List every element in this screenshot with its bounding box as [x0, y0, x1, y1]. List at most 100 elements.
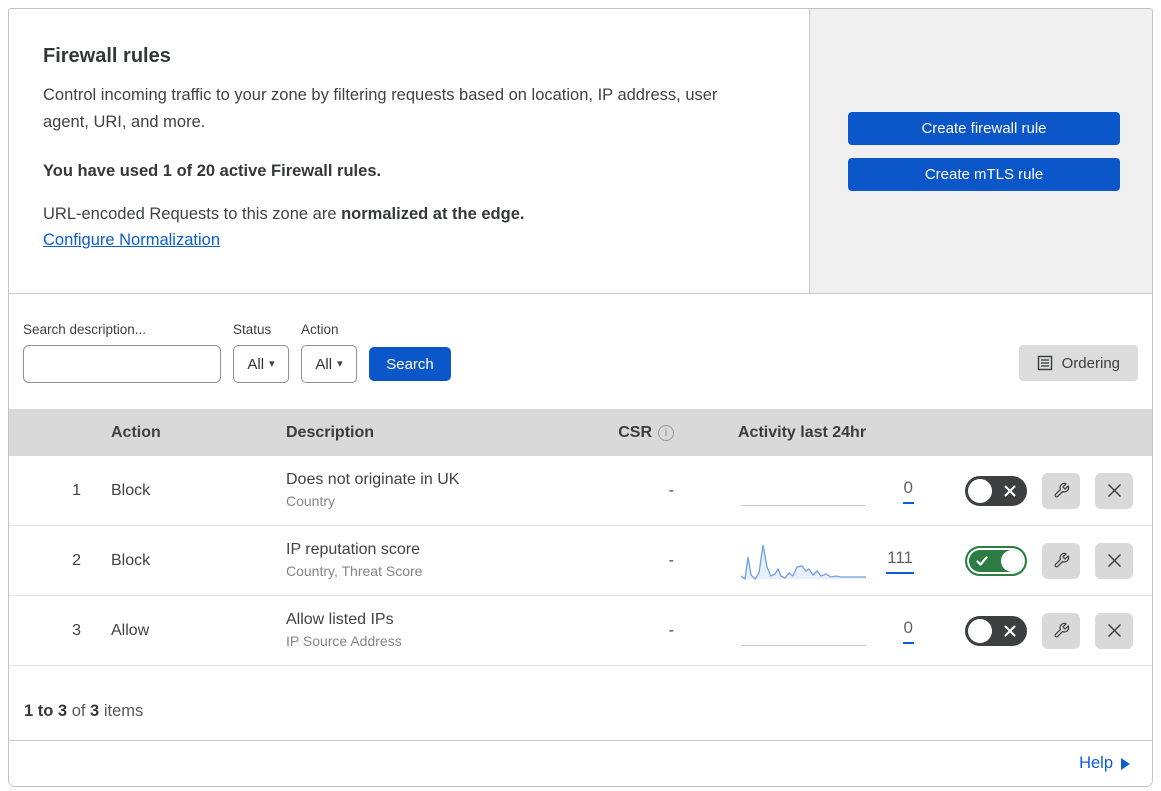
rule-description-cell: Allow listed IPs IP Source Address	[286, 609, 539, 652]
status-dropdown[interactable]: All ▾	[233, 345, 289, 383]
rule-action: Allow	[111, 621, 150, 639]
rule-fields: IP Source Address	[286, 633, 402, 649]
rule-csr-value: -	[668, 621, 674, 639]
ordering-list-icon	[1037, 355, 1052, 371]
arrow-right-icon	[1121, 757, 1130, 770]
rule-priority: 3	[72, 621, 81, 639]
help-bar: Help	[9, 741, 1152, 786]
edit-rule-button[interactable]	[1042, 542, 1080, 579]
items-text: items	[99, 702, 144, 720]
rule-description: Does not originate in UK	[286, 471, 460, 488]
column-csr: CSR i	[539, 424, 674, 442]
toggle-knob	[968, 618, 992, 643]
configure-normalization-link[interactable]: Configure Normalization	[43, 231, 220, 250]
rule-priority: 1	[72, 481, 81, 499]
activity-cell: 0	[706, 609, 931, 653]
rule-fields: Country, Threat Score	[286, 563, 423, 579]
rule-enabled-toggle[interactable]	[965, 475, 1027, 506]
page-title: Firewall rules	[43, 45, 171, 67]
create-firewall-rule-button[interactable]: Create firewall rule	[848, 111, 1120, 145]
rule-action: Block	[111, 551, 151, 569]
toggle-on-check-icon	[976, 555, 988, 566]
activity-cell: 111	[706, 539, 931, 583]
rule-description-cell: IP reputation score Country, Threat Scor…	[286, 539, 539, 582]
rule-fields: Country	[286, 493, 336, 509]
table-header: Action Description CSR i Activity last 24…	[9, 409, 1152, 456]
create-mtls-rule-button[interactable]: Create mTLS rule	[848, 157, 1120, 191]
items-range: 1 to 3	[24, 702, 68, 720]
table-row: 1 Block Does not originate in UK Country…	[9, 456, 1152, 526]
close-icon	[1107, 554, 1121, 567]
toggle-off-x-icon	[1004, 485, 1016, 496]
column-description: Description	[286, 423, 375, 441]
edit-rule-button[interactable]	[1042, 612, 1080, 649]
normalization-note: URL-encoded Requests to this zone are no…	[43, 205, 765, 224]
rule-description: Allow listed IPs	[286, 611, 394, 628]
search-group: Search description...	[23, 322, 240, 383]
normalization-prefix: URL-encoded Requests to this zone are	[43, 205, 342, 223]
rule-description: IP reputation score	[286, 541, 421, 558]
search-label: Search description...	[23, 322, 147, 337]
search-button[interactable]: Search	[369, 347, 451, 381]
wrench-icon	[1054, 552, 1069, 568]
action-dropdown[interactable]: All ▾	[301, 345, 357, 383]
normalization-bold: normalized at the edge.	[341, 205, 525, 223]
filter-bar: Search description... Status All ▾ Action…	[9, 294, 1152, 409]
status-label: Status	[233, 322, 272, 337]
activity-sparkline-empty	[741, 609, 866, 653]
toggle-knob	[1001, 549, 1023, 572]
action-label: Action	[301, 322, 339, 337]
of-text: of	[67, 702, 91, 720]
items-total: 3	[90, 702, 100, 720]
activity-sparkline-empty	[741, 469, 866, 513]
activity-count-link[interactable]: 0	[902, 478, 914, 504]
delete-rule-button[interactable]	[1095, 612, 1133, 649]
edit-rule-button[interactable]	[1042, 472, 1080, 509]
ordering-button[interactable]: Ordering	[1018, 345, 1138, 381]
table-row: 3 Allow Allow listed IPs IP Source Addre…	[9, 596, 1152, 666]
rule-controls	[931, 612, 1152, 649]
activity-flatline	[741, 644, 866, 646]
page-description: Control incoming traffic to your zone by…	[43, 86, 718, 131]
toggle-off-x-icon	[1004, 625, 1016, 636]
activity-count-link[interactable]: 111	[886, 548, 914, 574]
status-filter-group: Status All ▾	[233, 322, 289, 383]
rule-csr-value: -	[668, 481, 674, 499]
rule-enabled-toggle[interactable]	[965, 545, 1027, 576]
wrench-icon	[1054, 622, 1069, 638]
rule-controls	[931, 472, 1152, 509]
action-buttons-panel: Create firewall rule Create mTLS rule	[810, 9, 1152, 293]
wrench-icon	[1054, 482, 1069, 498]
rule-csr-value: -	[668, 551, 674, 569]
header-section: Firewall rules Control incoming traffic …	[9, 9, 1152, 294]
help-label: Help	[1079, 754, 1113, 772]
header-text-block: Firewall rules Control incoming traffic …	[9, 9, 810, 293]
activity-sparkline	[740, 539, 866, 583]
column-activity: Activity last 24hr	[738, 423, 867, 441]
chevron-down-icon: ▾	[337, 357, 343, 370]
action-filter-group: Action All ▾	[301, 322, 357, 383]
rule-action: Block	[111, 481, 151, 499]
rule-priority: 2	[72, 551, 81, 569]
status-dropdown-value: All	[247, 355, 265, 373]
action-dropdown-value: All	[315, 355, 333, 373]
search-box	[23, 345, 240, 383]
help-link[interactable]: Help	[1079, 754, 1130, 773]
pagination-summary: 1 to 3 of 3 items	[9, 666, 1152, 741]
activity-count-link[interactable]: 0	[902, 618, 914, 644]
delete-rule-button[interactable]	[1095, 472, 1133, 509]
info-icon[interactable]: i	[658, 424, 674, 441]
close-icon	[1107, 624, 1121, 637]
toggle-knob	[968, 478, 992, 503]
table-row: 2 Block IP reputation score Country, Thr…	[9, 526, 1152, 596]
delete-rule-button[interactable]	[1095, 542, 1133, 579]
usage-summary: You have used 1 of 20 active Firewall ru…	[43, 162, 382, 180]
close-icon	[1107, 484, 1121, 497]
activity-cell: 0	[706, 469, 931, 513]
rule-enabled-toggle[interactable]	[965, 615, 1027, 646]
activity-flatline	[741, 504, 866, 506]
rule-controls	[931, 542, 1152, 579]
column-action: Action	[111, 423, 161, 441]
search-input[interactable]	[41, 346, 240, 382]
chevron-down-icon: ▾	[269, 357, 275, 370]
